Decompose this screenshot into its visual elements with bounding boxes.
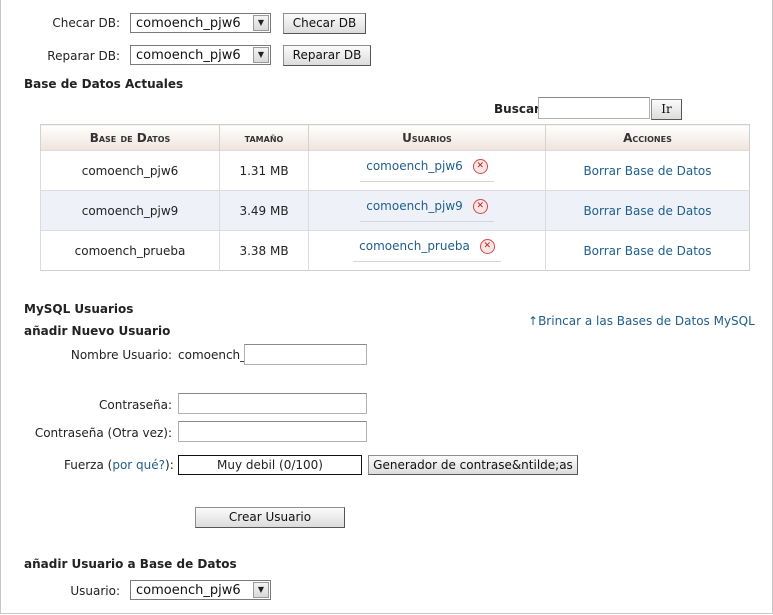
db-user-link[interactable]: comoench_pjw9 (366, 199, 463, 213)
user-select-label: Usuario: (70, 584, 120, 598)
jump-to-databases-link[interactable]: ↑Brincar a las Bases de Datos MySQL (528, 314, 755, 328)
db-size-cell: 3.49 MB (219, 190, 309, 231)
search-input[interactable] (538, 97, 650, 119)
strength-label-start: Fuerza ( (64, 458, 113, 472)
user-select-value: comoench_pjw6 (136, 583, 241, 598)
db-size-cell: 1.31 MB (219, 150, 309, 191)
delete-database-link[interactable]: Borrar Base de Datos (583, 164, 711, 178)
add-user-heading: añadir Nuevo Usuario (24, 324, 171, 338)
databases-table: Base de Datos tamaño Usuarios Acciones c… (40, 124, 750, 271)
table-header-row: Base de Datos tamaño Usuarios Acciones (40, 124, 750, 151)
chevron-down-icon[interactable]: ▼ (253, 47, 269, 63)
password-input[interactable] (178, 393, 367, 414)
db-user-entry: comoench_prueba ✕ (353, 239, 501, 262)
db-user-link[interactable]: comoench_prueba (359, 239, 470, 253)
table-row: comoench_pjw6 1.31 MB comoench_pjw6 ✕ Bor… (40, 150, 750, 191)
check-db-select[interactable]: comoench_pjw6 ▼ (130, 13, 271, 33)
repair-db-button[interactable]: Reparar DB (283, 45, 371, 66)
db-users-cell: comoench_prueba ✕ (308, 230, 546, 271)
db-action-cell: Borrar Base de Datos (545, 230, 750, 271)
why-link[interactable]: por qué? (112, 458, 165, 472)
strength-label: Fuerza (por qué?): (64, 458, 174, 472)
arrow-up-icon: ↑ (528, 314, 539, 328)
databases-heading: Base de Datos Actuales (24, 77, 184, 91)
remove-user-icon[interactable]: ✕ (479, 239, 495, 254)
db-users-cell: comoench_pjw9 ✕ (308, 190, 546, 231)
db-users-cell: comoench_pjw6 ✕ (308, 150, 546, 191)
delete-database-link[interactable]: Borrar Base de Datos (583, 204, 711, 218)
strength-label-end: ): (165, 458, 174, 472)
password-generator-button[interactable]: Generador de contrase&ntilde;as (368, 455, 578, 475)
column-header-database: Base de Datos (40, 124, 220, 151)
db-action-cell: Borrar Base de Datos (545, 190, 750, 231)
repair-db-select[interactable]: comoench_pjw6 ▼ (130, 45, 271, 65)
db-name-cell: comoench_pjw6 (40, 150, 220, 191)
remove-user-icon[interactable]: ✕ (472, 199, 488, 214)
search-label: Buscar (494, 102, 540, 116)
password-again-input[interactable] (178, 421, 367, 442)
password-again-label: Contraseña (Otra vez): (34, 426, 172, 440)
column-header-users: Usuarios (308, 124, 546, 151)
mysql-users-heading: MySQL Usuarios (24, 302, 134, 316)
password-label: Contraseña: (99, 398, 172, 412)
check-db-button[interactable]: Checar DB (283, 13, 366, 34)
check-db-select-value: comoench_pjw6 (136, 16, 241, 31)
repair-db-select-value: comoench_pjw6 (136, 48, 241, 63)
remove-user-icon[interactable]: ✕ (472, 159, 488, 174)
username-prefix: comoench_ (178, 348, 247, 362)
username-label: Nombre Usuario: (70, 348, 172, 362)
db-action-cell: Borrar Base de Datos (545, 150, 750, 191)
add-user-to-db-heading: añadir Usuario a Base de Datos (24, 557, 237, 571)
db-name-cell: comoench_prueba (40, 230, 220, 271)
db-user-entry: comoench_pjw6 ✕ (360, 159, 494, 182)
db-user-entry: comoench_pjw9 ✕ (360, 199, 494, 222)
db-size-cell: 3.38 MB (219, 230, 309, 271)
column-header-size: tamaño (219, 124, 309, 151)
jump-to-databases-label: Brincar a las Bases de Datos MySQL (538, 314, 755, 328)
table-row: comoench_prueba 3.38 MB comoench_prueba ✕… (40, 230, 750, 271)
check-db-label: Checar DB: (52, 16, 120, 30)
table-row: comoench_pjw9 3.49 MB comoench_pjw9 ✕ Bor… (40, 190, 750, 231)
db-name-cell: comoench_pjw9 (40, 190, 220, 231)
strength-meter: Muy debil (0/100) (178, 455, 362, 475)
chevron-down-icon[interactable]: ▼ (253, 582, 269, 598)
repair-db-label: Reparar DB: (47, 49, 120, 63)
user-select[interactable]: comoench_pjw6 ▼ (130, 580, 271, 600)
create-user-button[interactable]: Crear Usuario (195, 507, 345, 528)
delete-database-link[interactable]: Borrar Base de Datos (583, 244, 711, 258)
column-header-actions: Acciones (545, 124, 750, 151)
search-button[interactable]: Ir (651, 99, 682, 120)
db-user-link[interactable]: comoench_pjw6 (366, 159, 463, 173)
username-input[interactable] (244, 344, 367, 365)
chevron-down-icon[interactable]: ▼ (253, 15, 269, 31)
